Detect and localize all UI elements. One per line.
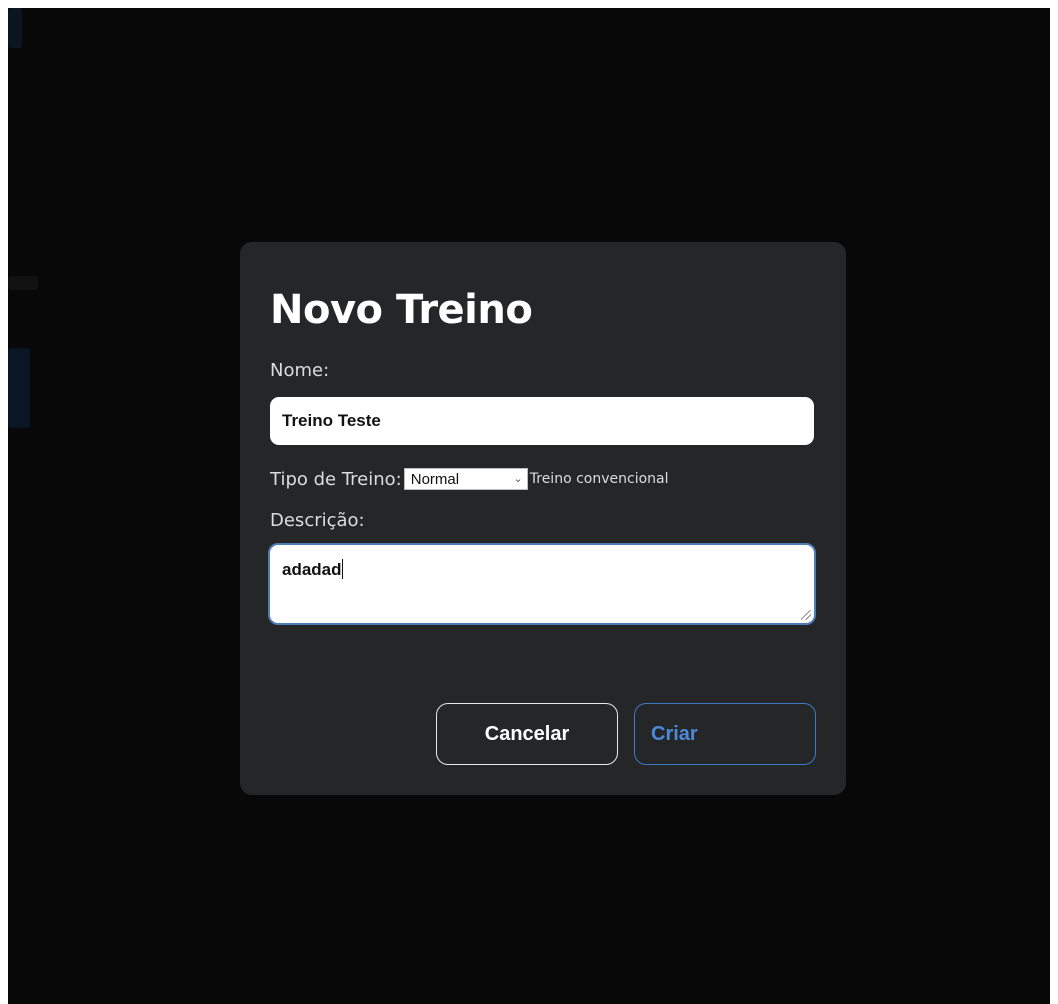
modal-actions: Cancelar Criar [436,703,816,765]
name-input[interactable] [270,397,814,445]
background-app-fragment [8,276,38,290]
text-caret [341,559,343,579]
modal-title: Novo Treino [270,287,533,333]
overlay-backdrop[interactable]: Novo Treino Nome: Tipo de Treino: Normal… [8,8,1050,1004]
resize-grip-icon[interactable] [801,610,811,620]
name-label: Nome: [270,360,330,381]
description-textarea[interactable]: adadad [268,543,816,625]
background-app-fragment [8,8,22,48]
description-text-area-content: adadad [270,545,814,623]
create-button[interactable]: Criar [634,703,816,765]
workout-type-select[interactable]: Normal ⌄ [403,468,528,490]
workout-type-selected-value: Normal [410,470,460,488]
workout-type-description: Treino convencional [529,471,669,487]
new-workout-modal: Novo Treino Nome: Tipo de Treino: Normal… [240,242,846,795]
description-label: Descrição: [270,510,365,531]
workout-type-row: Tipo de Treino: Normal ⌄ Treino convenci… [270,465,816,493]
description-value: adadad [282,560,342,579]
cancel-button[interactable]: Cancelar [436,703,618,765]
workout-type-label: Tipo de Treino: [270,468,402,490]
chevron-down-icon: ⌄ [513,472,523,485]
background-app-fragment [8,348,30,428]
